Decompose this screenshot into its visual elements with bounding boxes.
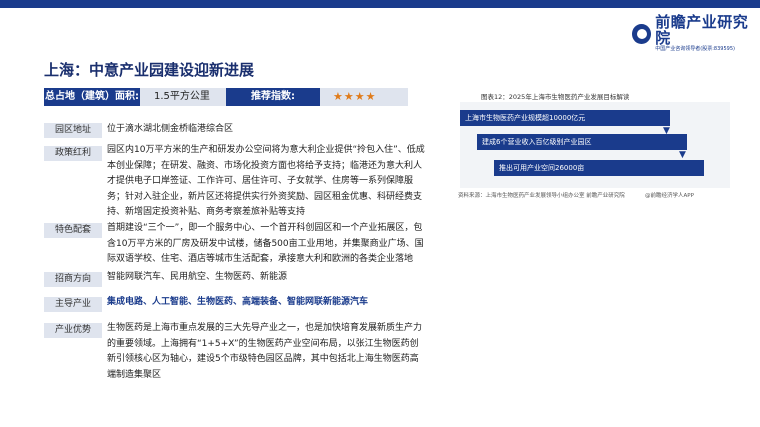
top-accent-bar xyxy=(0,0,760,8)
area-value: 1.5平方公里 xyxy=(154,91,210,102)
row-text-address: 位于滴水湖北侧金桥临港综合区 xyxy=(107,124,234,134)
info-bar: 总占地（建筑）面积: 1.5平方公里 推荐指数: ★★★★ xyxy=(44,88,408,106)
brand-logo: 前瞻产业研究院 中国产业咨询领导者(股票:839595) xyxy=(632,14,760,53)
figure-credit: @前瞻经济学人APP xyxy=(645,193,694,199)
rating-label: 推荐指数: xyxy=(226,88,320,106)
row-label-industry: 主导产业 xyxy=(44,297,102,312)
row-label-investment: 招商方向 xyxy=(44,272,102,287)
rating-stars-icon: ★★★★ xyxy=(333,90,377,103)
brand-tagline: 中国产业咨询领导者(股票:839595) xyxy=(655,46,735,52)
figure-caption: 图表12：2025年上海市生物医药产业发展目标解读 xyxy=(481,93,630,101)
row-text-policy: 园区内10万平方米的生产和研发办公空间将为意大利企业提供“拎包入住”、低成本创业… xyxy=(107,145,425,217)
page-title: 上海：中意产业园建设迎新进展 xyxy=(44,61,255,79)
row-label-address: 园区地址 xyxy=(44,123,102,138)
arrow-down-icon: ▼ xyxy=(679,150,686,160)
row-label-advantage: 产业优势 xyxy=(44,323,102,338)
figure-bar-3: 推出可用产业空间26000亩 xyxy=(494,160,704,176)
row-label-policy: 政策红利 xyxy=(44,146,102,161)
row-text-industry: 集成电路、人工智能、生物医药、高端装备、智能网联新能源汽车 xyxy=(107,297,369,307)
row-text-investment: 智能网联汽车、民用航空、生物医药、新能源 xyxy=(107,272,288,282)
brand-name: 前瞻产业研究院 xyxy=(655,13,749,47)
area-label: 总占地（建筑）面积: xyxy=(44,88,140,106)
logo-icon xyxy=(632,23,652,44)
figure-source: 资料来源：上海市生物医药产业发展领导小组办公室 前瞻产业研究院 xyxy=(458,193,625,199)
row-text-facilities: 首期建设“三个一”，即一个服务中心、一个首开科创园区和一个产业拓展区，包含10万… xyxy=(107,223,424,264)
figure-bar-1: 上海市生物医药产业规模超10000亿元 xyxy=(460,110,670,126)
row-text-advantage: 生物医药是上海市重点发展的三大先导产业之一，也是加快培育发展新质生产力的重要领域… xyxy=(107,323,423,380)
row-label-facilities: 特色配套 xyxy=(44,223,102,238)
figure-bar-2: 建成6个营业收入百亿级别产业园区 xyxy=(477,134,687,150)
